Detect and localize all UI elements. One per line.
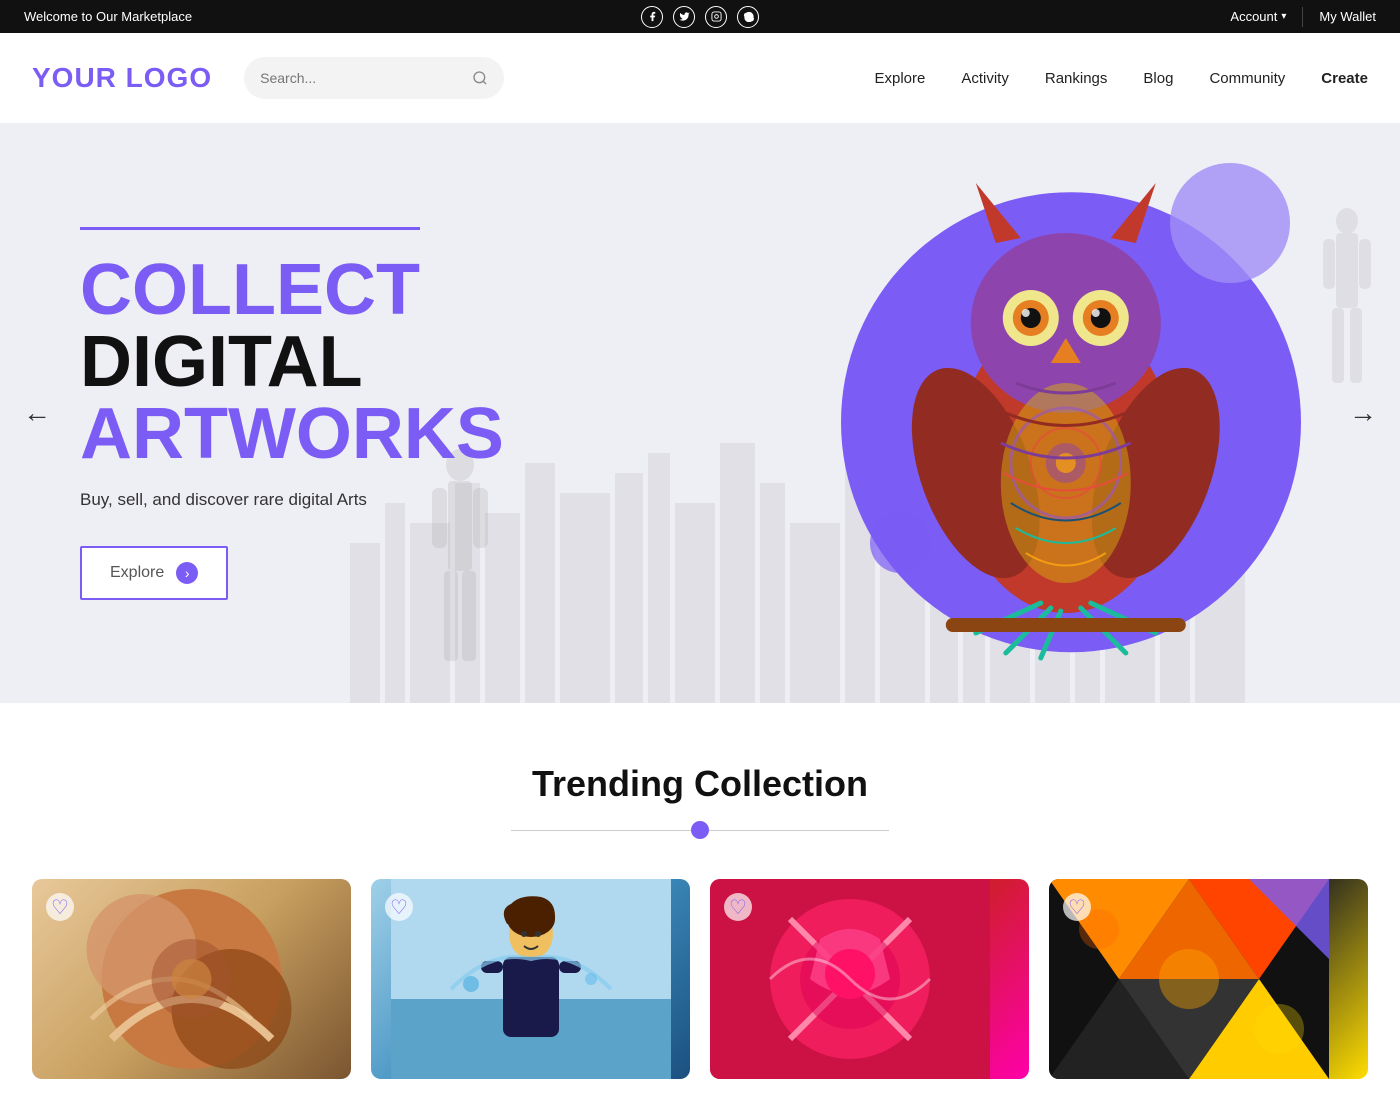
card-3-heart-button[interactable]: ♡ (724, 893, 752, 921)
card-3-image (710, 879, 1029, 1079)
card-2-artwork (391, 879, 671, 1079)
trending-card-3: ♡ (710, 879, 1029, 1079)
wallet-link[interactable]: My Wallet (1319, 9, 1376, 24)
nav-explore[interactable]: Explore (874, 70, 925, 87)
card-3-artwork (710, 879, 990, 1079)
hero-title-collect: COLLECT (80, 254, 480, 326)
trending-section: Trending Collection ♡ (0, 703, 1400, 1079)
nav-activity[interactable]: Activity (961, 70, 1009, 87)
nav-community[interactable]: Community (1209, 70, 1285, 87)
trending-card-2: ♡ (371, 879, 690, 1079)
social-icons (641, 6, 759, 28)
trending-cards: ♡ (32, 879, 1368, 1079)
hero-section: ← COLLECT DIGITAL ARTWORKS Buy, sell, an… (0, 123, 1400, 703)
account-menu[interactable]: Account ▾ (1230, 9, 1286, 24)
divider-dot (691, 821, 709, 839)
nav-rankings[interactable]: Rankings (1045, 70, 1108, 87)
carousel-next-button[interactable]: → (1338, 388, 1388, 438)
top-bar-divider (1302, 7, 1303, 27)
divider-line-left (511, 830, 691, 831)
card-2-heart-button[interactable]: ♡ (385, 893, 413, 921)
search-bar (244, 57, 504, 99)
explore-arrow-icon: › (176, 562, 198, 584)
instagram-icon[interactable] (705, 6, 727, 28)
card-4-artwork (1049, 879, 1329, 1079)
nav-create[interactable]: Create (1321, 70, 1368, 87)
search-icon (472, 70, 488, 86)
hero-content: COLLECT DIGITAL ARTWORKS Buy, sell, and … (0, 167, 560, 660)
trending-title: Trending Collection (32, 763, 1368, 805)
twitter-icon[interactable] (673, 6, 695, 28)
card-1-heart-button[interactable]: ♡ (46, 893, 74, 921)
card-1-artwork (32, 879, 351, 1079)
carousel-prev-button[interactable]: ← (12, 388, 62, 438)
trending-divider (32, 821, 1368, 839)
hero-image-area (650, 123, 1400, 703)
card-4-image (1049, 879, 1368, 1079)
trending-card-4: ♡ (1049, 879, 1368, 1079)
hero-accent-line (80, 227, 420, 230)
hero-title-artworks: ARTWORKS (80, 398, 480, 470)
card-2-image (371, 879, 690, 1079)
facebook-icon[interactable] (641, 6, 663, 28)
divider-line-right (709, 830, 889, 831)
trending-card-1: ♡ (32, 879, 351, 1079)
hero-explore-button[interactable]: Explore › (80, 546, 228, 600)
top-bar-right: Account ▾ My Wallet (1230, 7, 1376, 27)
welcome-text: Welcome to Our Marketplace (24, 9, 192, 24)
logo[interactable]: YOUR LOGO (32, 62, 212, 94)
top-bar-left: Welcome to Our Marketplace (24, 9, 192, 24)
hero-title-digital: DIGITAL (80, 326, 480, 398)
hero-subtitle: Buy, sell, and discover rare digital Art… (80, 490, 480, 510)
account-chevron-icon: ▾ (1281, 11, 1286, 22)
search-input[interactable] (260, 70, 464, 86)
main-nav: Explore Activity Rankings Blog Community… (874, 70, 1368, 87)
card-4-heart-button[interactable]: ♡ (1063, 893, 1091, 921)
nav-blog[interactable]: Blog (1143, 70, 1173, 87)
card-1-image (32, 879, 351, 1079)
owl-illustration (896, 163, 1236, 663)
header: YOUR LOGO Explore Activity Rankings Blog… (0, 33, 1400, 123)
skype-icon[interactable] (737, 6, 759, 28)
top-bar: Welcome to Our Marketplace Account ▾ My … (0, 0, 1400, 33)
